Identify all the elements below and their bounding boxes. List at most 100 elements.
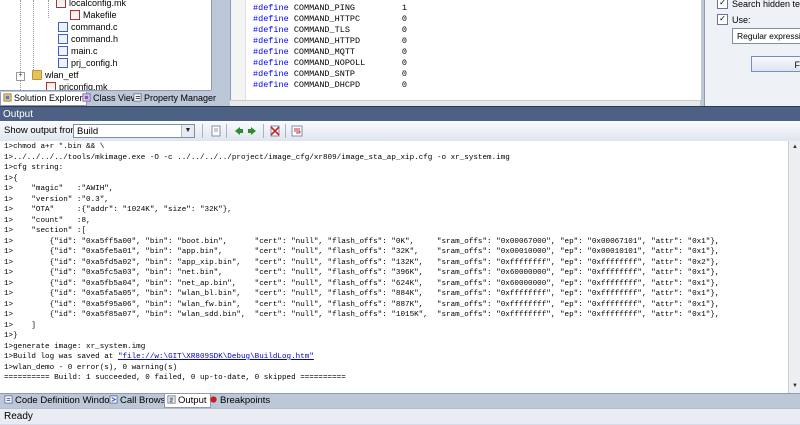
tree-expander-icon[interactable]: + [16,72,25,81]
toolbar-separator [202,124,203,138]
output-line-build-summary: ========== Build: 1 succeeded, 0 failed,… [4,374,346,382]
tree-guide [33,0,34,70]
scroll-down-icon[interactable]: ▼ [790,381,800,391]
code-line: #define COMMAND_HTTPD 0 [253,36,407,46]
code-editor[interactable]: #define COMMAND_PING 1 #define COMMAND_HT… [230,0,701,100]
tree-item-main-c[interactable]: main.c [58,45,98,57]
tab-label: Breakpoints [220,395,271,406]
c-file-icon [58,21,68,32]
code-line: #define COMMAND_SNTP 0 [253,69,407,79]
build-log-prefix: 1>Build log was saved at [4,353,118,361]
c-file-icon [58,45,68,56]
output-line: 1>cfg string: [4,164,64,172]
build-log-link[interactable]: "file://w:\GIT\XR809SDK\Debug\BuildLog.h… [118,353,314,361]
tree-item-label: prjconfig.mk [59,82,108,90]
tab-label: Output [178,395,207,406]
output-line: 1> ] [4,321,36,330]
call-browser-icon [109,395,118,404]
breakpoint-icon [210,396,217,403]
search-hidden-text-checkbox[interactable]: ✓ Search hidden text [717,0,800,10]
bottom-tab-strip: Code Definition Window Call Browser Outp… [0,393,800,409]
code-line: #define COMMAND_PING 1 [253,3,407,13]
folder-icon [32,69,42,80]
tree-item-label: command.c [71,22,118,32]
tab-label: Code Definition Window [15,395,117,406]
go-to-next-message-icon[interactable] [246,124,260,138]
code-line: #define COMMAND_DHCPD 0 [253,80,407,90]
output-line: 1> {"id": "0xa5fe5a01", "bin": "app.bin"… [4,248,720,256]
checkbox-checked-icon: ✓ [717,14,728,26]
tree-item-makefile[interactable]: Makefile [70,9,117,21]
checkbox-label: Search hidden text [732,0,800,9]
code-line: #define COMMAND_HTTPC 0 [253,14,407,24]
output-line: 1> {"id": "0xa5fa5a05", "bin": "wlan_bl.… [4,290,720,298]
output-line: 1> {"id": "0xa5fd5a02", "bin": "app_xip.… [4,258,720,267]
tree-item-localconfig[interactable]: localconfig.mk [56,0,126,9]
makefile-icon [56,0,66,8]
checkbox-checked-icon: ✓ [717,0,728,10]
output-line: 1> "version" :"0.3", [4,195,109,204]
chevron-down-icon: ▼ [181,125,194,137]
makefile-icon [70,9,80,20]
tab-label: Solution Explorer [14,93,83,103]
tree-item-command-h[interactable]: command.h [58,33,118,45]
status-bar: Ready [0,408,800,424]
output-source-value: Build [77,126,99,137]
output-line: 1> {"id": "0xa5f85a07", "bin": "wlan_sdd… [4,311,720,319]
property-manager-icon [133,93,142,102]
tab-label: Property Manager [144,93,217,103]
output-line: 1>generate image: xr_system.img [4,342,146,351]
tree-item-label: main.c [71,46,98,56]
tab-solution-explorer[interactable]: Solution Explorer [0,92,87,106]
tab-output[interactable]: Output [164,394,211,408]
output-line: 1> "count" :8, [4,216,91,225]
tree-item-prjconfig[interactable]: prjconfig.mk [46,81,108,90]
tab-breakpoints[interactable]: Breakpoints [207,394,273,407]
output-line: 1> {"id": "0xa5ff5a00", "bin": "boot.bin… [4,237,720,246]
makefile-icon [46,81,56,90]
output-line: 1>{ [4,174,18,183]
output-window-title: Output [0,106,800,121]
top-region: localconfig.mk Makefile command.c comman… [0,0,800,107]
toggle-word-wrap-icon[interactable] [290,124,304,138]
status-text: Ready [4,411,33,422]
tree-item-label: prj_config.h [71,58,118,68]
output-line: 1>../../../../tools/mkimage.exe -O -c ..… [4,153,510,162]
solution-explorer-panel[interactable]: localconfig.mk Makefile command.c comman… [0,0,212,90]
output-text-area[interactable]: 1>chmod a+r *.bin && \ 1>../../../../too… [0,141,788,393]
output-line: 1> "section" :[ [4,227,87,235]
output-line: 1>wlan_demo - 0 error(s), 0 warning(s) [4,363,178,372]
tree-item-label: wlan_etf [45,70,79,80]
use-type-select[interactable]: Regular expressions [732,28,800,44]
output-line-build-log: 1>Build log was saved at "file://w:\GIT\… [4,352,314,363]
output-source-select[interactable]: Build ▼ [73,124,195,138]
toolbar-separator [263,124,264,138]
tree-guide [48,0,49,18]
code-gutter [231,0,246,100]
output-icon [167,395,176,404]
output-line: 1> {"id": "0xa5fc5a03", "bin": "net.bin"… [4,269,720,277]
output-line: 1>} [4,332,18,340]
tree-item-command-c[interactable]: command.c [58,21,118,33]
find-button[interactable]: Find [751,56,800,72]
output-toolbar: Show output from: Build ▼ [0,121,800,142]
use-checkbox[interactable]: ✓ Use: [717,14,751,26]
checkbox-label: Use: [732,15,751,25]
tree-item-prj-config[interactable]: prj_config.h [58,57,118,69]
tab-code-definition-window[interactable]: Code Definition Window [2,394,119,407]
clear-all-icon[interactable] [268,124,282,138]
code-definition-icon [4,395,13,404]
output-vertical-scrollbar[interactable]: ▲ ▼ [788,141,800,393]
scroll-up-icon[interactable]: ▲ [790,142,800,152]
toolbar-separator [226,124,227,138]
output-line: 1> "magic" :"AWIH", [4,185,114,193]
code-line: #define COMMAND_TLS 0 [253,25,407,35]
go-to-previous-message-icon[interactable] [231,124,245,138]
tab-property-manager[interactable]: Property Manager [131,92,219,105]
find-message-icon[interactable] [209,124,223,138]
output-line: 1>chmod a+r *.bin && \ [4,143,105,151]
tree-item-label: command.h [71,34,119,44]
header-file-icon [58,33,68,44]
tree-item-wlan-etf[interactable]: wlan_etf [32,69,79,81]
code-line: #define COMMAND_NOPOLL 0 [253,58,407,68]
